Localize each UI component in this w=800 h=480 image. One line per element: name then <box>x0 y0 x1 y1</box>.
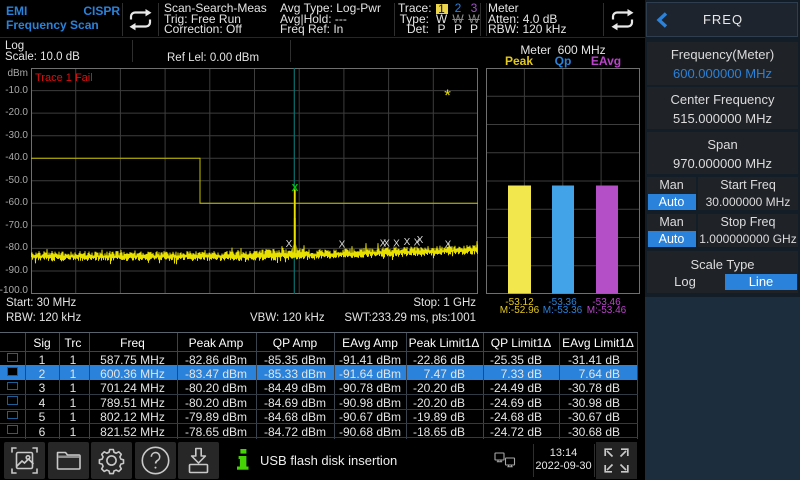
svg-text:X: X <box>292 183 299 194</box>
svg-text:X: X <box>339 240 346 251</box>
svg-text:*: * <box>444 86 451 105</box>
svg-text:X: X <box>383 239 390 250</box>
svg-text:X: X <box>286 239 293 250</box>
svg-text:X: X <box>445 240 452 251</box>
svg-text:X: X <box>417 235 424 246</box>
svg-text:X: X <box>393 239 400 250</box>
svg-text:X: X <box>404 237 411 248</box>
